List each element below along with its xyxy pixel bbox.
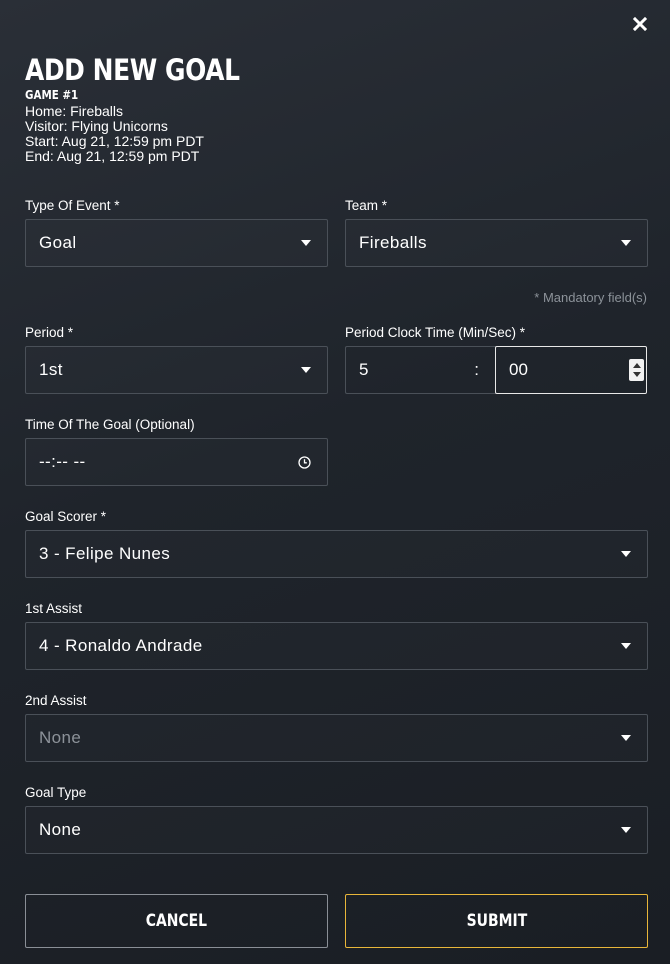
goal-time-label: Time Of The Goal (Optional) — [25, 417, 195, 432]
start-time-info: Start: Aug 21, 12:59 pm PDT — [25, 133, 204, 149]
clock-separator: : — [474, 360, 479, 379]
clock-label: Period Clock Time (Min/Sec) * — [345, 325, 526, 340]
minutes-input[interactable]: 5 : — [345, 346, 496, 394]
cancel-button[interactable]: CANCEL — [25, 894, 328, 948]
game-number: GAME #1 — [25, 88, 79, 102]
goal-type-select[interactable]: None — [25, 806, 648, 854]
goal-time-placeholder: --:-- -- — [39, 452, 86, 471]
chevron-down-icon — [621, 240, 631, 246]
close-button[interactable] — [628, 12, 652, 36]
event-type-select[interactable]: Goal — [25, 219, 328, 267]
team-value: Fireballs — [359, 233, 427, 252]
chevron-down-icon — [621, 827, 631, 833]
seconds-stepper[interactable] — [629, 359, 644, 381]
stepper-down-icon[interactable] — [632, 372, 641, 377]
visitor-team-info: Visitor: Flying Unicorns — [25, 118, 168, 134]
period-label: Period * — [25, 325, 74, 340]
first-assist-value: 4 - Ronaldo Andrade — [39, 636, 203, 655]
modal-header: ADD NEW GOAL GAME #1 Home: Fireballs Vis… — [25, 52, 274, 164]
goal-scorer-value: 3 - Felipe Nunes — [39, 544, 171, 563]
seconds-value: 00 — [509, 360, 528, 379]
clock-icon[interactable] — [298, 455, 311, 469]
end-time-info: End: Aug 21, 12:59 pm PDT — [25, 148, 200, 164]
stepper-up-icon[interactable] — [632, 363, 641, 368]
chevron-down-icon — [621, 735, 631, 741]
first-assist-label: 1st Assist — [25, 601, 83, 616]
chevron-down-icon — [621, 643, 631, 649]
minutes-value: 5 — [359, 360, 369, 379]
team-label: Team * — [345, 198, 388, 213]
mandatory-note: * Mandatory field(s) — [534, 290, 647, 305]
chevron-down-icon — [301, 367, 311, 373]
close-icon — [633, 17, 647, 31]
goal-type-value: None — [39, 820, 82, 839]
period-value: 1st — [39, 360, 63, 379]
event-type-label: Type Of Event * — [25, 198, 120, 213]
team-select[interactable]: Fireballs — [345, 219, 648, 267]
submit-button-label: SUBMIT — [466, 911, 527, 931]
event-type-value: Goal — [39, 233, 77, 252]
goal-scorer-select[interactable]: 3 - Felipe Nunes — [25, 530, 648, 578]
second-assist-value: None — [39, 728, 82, 747]
goal-scorer-label: Goal Scorer * — [25, 509, 107, 524]
submit-button[interactable]: SUBMIT — [345, 894, 648, 948]
chevron-down-icon — [301, 240, 311, 246]
second-assist-label: 2nd Assist — [25, 693, 87, 708]
home-team-info: Home: Fireballs — [25, 103, 124, 119]
cancel-button-label: CANCEL — [145, 911, 208, 931]
goal-type-label: Goal Type — [25, 785, 87, 800]
goal-time-input[interactable]: --:-- -- — [25, 438, 328, 486]
page-title: ADD NEW GOAL — [25, 53, 240, 87]
second-assist-select[interactable]: None — [25, 714, 648, 762]
period-select[interactable]: 1st — [25, 346, 328, 394]
first-assist-select[interactable]: 4 - Ronaldo Andrade — [25, 622, 648, 670]
seconds-input[interactable]: 00 — [495, 346, 647, 394]
chevron-down-icon — [621, 551, 631, 557]
